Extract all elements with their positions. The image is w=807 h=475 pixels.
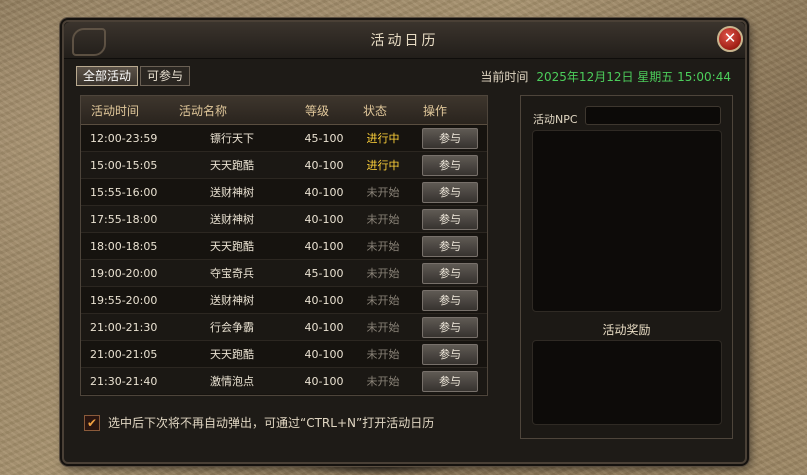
- activity-name-cell: 送财神树: [169, 286, 295, 314]
- join-button[interactable]: 参与: [422, 343, 478, 365]
- join-button[interactable]: 参与: [422, 289, 478, 311]
- activity-name-cell: 夺宝奇兵: [169, 259, 295, 287]
- activity-detail-panel: 活动NPC 活动奖励: [520, 95, 733, 439]
- time-cell: 21:30-21:40: [81, 367, 169, 394]
- status-cell: 未开始: [353, 259, 413, 287]
- time-cell: 21:00-21:05: [81, 340, 169, 368]
- level-cell: 40-100: [295, 313, 353, 341]
- time-cell: 15:00-15:05: [81, 151, 169, 179]
- status-cell: 进行中: [353, 151, 413, 179]
- status-cell: 未开始: [353, 340, 413, 368]
- table-row: 12:00-23:59 镖行天下 45-100 进行中 参与: [81, 124, 487, 152]
- action-cell: 参与: [413, 151, 487, 179]
- table-header: 活动时间 活动名称 等级 状态 操作: [81, 96, 487, 125]
- level-cell: 45-100: [295, 124, 353, 152]
- activity-name-cell: 送财神树: [169, 205, 295, 233]
- action-cell: 参与: [413, 124, 487, 152]
- reward-title: 活动奖励: [602, 323, 651, 337]
- current-time: 当前时间 2025年12月12日 星期五 15:00:44: [480, 68, 731, 85]
- tab-bar: 全部活动 可参与: [76, 66, 192, 86]
- activity-name-cell: 天天跑酷: [169, 232, 295, 260]
- npc-preview: [532, 130, 722, 312]
- level-cell: 40-100: [295, 151, 353, 179]
- join-button[interactable]: 参与: [422, 208, 478, 230]
- header-time: 活动时间: [81, 96, 169, 125]
- current-time-value: 2025年12月12日 星期五 15:00:44: [536, 70, 731, 84]
- dont-show-again-checkbox[interactable]: ✔: [84, 414, 100, 431]
- table-row: 21:30-21:40 激情泡点 40-100 未开始 参与: [81, 367, 487, 394]
- status-cell: 未开始: [353, 313, 413, 341]
- activity-table: 活动时间 活动名称 等级 状态 操作 12:00-23:59 镖行天下 45-100…: [80, 95, 488, 396]
- status-cell: 未开始: [353, 286, 413, 314]
- auto-popup-option: ✔ 选中后下次将不再自动弹出，可通过“CTRL+N”打开活动日历: [84, 414, 434, 431]
- level-cell: 40-100: [295, 178, 353, 206]
- window-title: 活动日历: [370, 33, 439, 49]
- level-cell: 40-100: [295, 205, 353, 233]
- table-row: 15:55-16:00 送财神树 40-100 未开始 参与: [81, 178, 487, 206]
- activity-name-cell: 天天跑酷: [169, 151, 295, 179]
- action-cell: 参与: [413, 259, 487, 287]
- tab-available[interactable]: 可参与: [140, 66, 191, 86]
- status-cell: 未开始: [353, 178, 413, 206]
- table-row: 19:55-20:00 送财神树 40-100 未开始 参与: [81, 286, 487, 314]
- time-cell: 15:55-16:00: [81, 178, 169, 206]
- header-level: 等级: [295, 96, 353, 125]
- level-cell: 40-100: [295, 340, 353, 368]
- activity-name-cell: 镖行天下: [169, 124, 295, 152]
- npc-label: 活动NPC: [533, 113, 578, 126]
- activity-name-cell: 激情泡点: [169, 367, 295, 394]
- join-button[interactable]: 参与: [422, 154, 478, 176]
- level-cell: 40-100: [295, 286, 353, 314]
- status-cell: 未开始: [353, 232, 413, 260]
- table-row: 21:00-21:30 行会争霸 40-100 未开始 参与: [81, 313, 487, 341]
- join-button[interactable]: 参与: [422, 235, 478, 257]
- status-cell: 进行中: [353, 124, 413, 152]
- action-cell: 参与: [413, 313, 487, 341]
- action-cell: 参与: [413, 286, 487, 314]
- activity-name-cell: 送财神树: [169, 178, 295, 206]
- join-button[interactable]: 参与: [422, 316, 478, 338]
- join-button[interactable]: 参与: [422, 181, 478, 203]
- header-name: 活动名称: [169, 96, 295, 125]
- level-cell: 40-100: [295, 367, 353, 394]
- title-bar[interactable]: 活动日历 ✕: [64, 22, 745, 59]
- time-cell: 17:55-18:00: [81, 205, 169, 233]
- dont-show-again-label: 选中后下次将不再自动弹出，可通过“CTRL+N”打开活动日历: [108, 416, 435, 430]
- table-row: 18:00-18:05 天天跑酷 40-100 未开始 参与: [81, 232, 487, 260]
- status-cell: 未开始: [353, 367, 413, 394]
- header-action: 操作: [413, 96, 487, 125]
- join-button[interactable]: 参与: [422, 370, 478, 392]
- activity-name-cell: 天天跑酷: [169, 340, 295, 368]
- current-time-label: 当前时间: [480, 70, 529, 84]
- activity-name-cell: 行会争霸: [169, 313, 295, 341]
- join-button[interactable]: 参与: [422, 127, 478, 149]
- action-cell: 参与: [413, 340, 487, 368]
- table-row: 19:00-20:00 夺宝奇兵 45-100 未开始 参与: [81, 259, 487, 287]
- close-button[interactable]: ✕: [717, 26, 743, 52]
- level-cell: 45-100: [295, 259, 353, 287]
- status-cell: 未开始: [353, 205, 413, 233]
- action-cell: 参与: [413, 205, 487, 233]
- time-cell: 19:55-20:00: [81, 286, 169, 314]
- time-cell: 12:00-23:59: [81, 124, 169, 152]
- table-row: 17:55-18:00 送财神树 40-100 未开始 参与: [81, 205, 487, 233]
- time-cell: 18:00-18:05: [81, 232, 169, 260]
- activity-calendar-window: 活动日历 ✕ 全部活动 可参与 当前时间 2025年12月12日 星期五 15:00…: [62, 20, 747, 464]
- level-cell: 40-100: [295, 232, 353, 260]
- action-cell: 参与: [413, 367, 487, 394]
- join-button[interactable]: 参与: [422, 262, 478, 284]
- time-cell: 21:00-21:30: [81, 313, 169, 341]
- npc-name-field[interactable]: [585, 106, 721, 125]
- time-cell: 19:00-20:00: [81, 259, 169, 287]
- reward-list: [532, 340, 722, 425]
- tab-all-activities[interactable]: 全部活动: [76, 66, 139, 86]
- table-row: 21:00-21:05 天天跑酷 40-100 未开始 参与: [81, 340, 487, 368]
- header-status: 状态: [353, 96, 413, 125]
- action-cell: 参与: [413, 178, 487, 206]
- table-row: 15:00-15:05 天天跑酷 40-100 进行中 参与: [81, 151, 487, 179]
- action-cell: 参与: [413, 232, 487, 260]
